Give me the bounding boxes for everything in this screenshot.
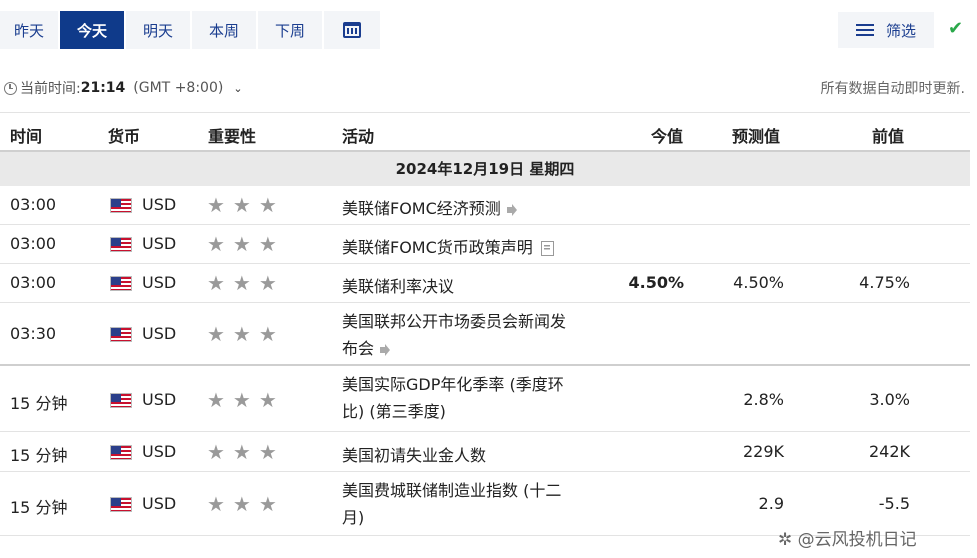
header-time: 时间 [10, 127, 43, 146]
sound-icon[interactable] [506, 203, 521, 216]
tab-today[interactable]: 今天 [60, 11, 124, 49]
header-previous: 前值 [872, 127, 905, 146]
header-currency: 货币 [108, 127, 141, 146]
row-currency: USD [142, 494, 177, 513]
importance-stars: ★★★ [207, 193, 285, 217]
calendar-icon [343, 22, 361, 38]
filter-button[interactable]: 筛选 [838, 12, 934, 48]
row-time: 15 分钟 [10, 394, 68, 413]
row-currency: USD [142, 273, 177, 292]
importance-stars: ★★★ [207, 492, 285, 516]
row-time: 03:30 [10, 324, 57, 343]
current-time-value: 21:14 [80, 80, 126, 96]
tab-next-week[interactable]: 下周 [258, 11, 322, 49]
us-flag-icon [110, 237, 132, 252]
row-time: 03:00 [10, 234, 57, 253]
us-flag-icon [110, 198, 132, 213]
filter-sliders-icon [855, 23, 874, 37]
row-time: 15 分钟 [10, 498, 68, 517]
row-event[interactable]: 美联储FOMC货币政策声明 [342, 234, 554, 258]
importance-stars: ★★★ [207, 440, 285, 464]
event-name-line2: 布会 [342, 339, 375, 358]
event-name-line1: 美国联邦公开市场委员会新闻发 [342, 312, 567, 331]
row-actual: 4.50% [628, 273, 684, 292]
row-previous: 242K [868, 442, 910, 461]
table-row[interactable]: 03:00 USD ★★★ 美联储FOMC货币政策声明 [0, 225, 970, 264]
table-row[interactable]: 03:00 USD ★★★ 美联储FOMC经济预测 [0, 186, 970, 225]
row-currency: USD [142, 324, 177, 343]
us-flag-icon [110, 393, 132, 408]
row-event[interactable]: 美国实际GDP年化季率 (季度环 比) (第三季度) [342, 371, 564, 425]
event-name-line2: 月) [342, 508, 365, 527]
tab-this-week[interactable]: 本周 [192, 11, 256, 49]
date-tabs: 昨天 今天 明天 本周 下周 [0, 11, 382, 49]
check-icon[interactable]: ✔ [948, 18, 963, 39]
row-event[interactable]: 美联储FOMC经济预测 [342, 195, 521, 219]
row-time: 15 分钟 [10, 446, 68, 465]
row-currency: USD [142, 442, 177, 461]
header-actual: 今值 [651, 127, 684, 146]
row-currency: USD [142, 390, 177, 409]
importance-stars: ★★★ [207, 388, 285, 412]
table-row[interactable]: 03:30 USD ★★★ 美国联邦公开市场委员会新闻发 布会 [0, 303, 970, 366]
timezone-label: (GMT +8:00) [133, 80, 224, 96]
sound-icon[interactable] [380, 343, 394, 356]
tab-calendar[interactable] [324, 11, 380, 49]
table-row[interactable]: 15 分钟 USD ★★★ 美国初请失业金人数 229K 242K [0, 432, 970, 472]
importance-stars: ★★★ [207, 271, 285, 295]
row-time: 03:00 [10, 273, 57, 292]
current-time-prefix: 当前时间: [20, 81, 81, 97]
document-icon[interactable] [540, 241, 554, 256]
event-name: 美联储FOMC货币政策声明 [342, 238, 533, 257]
us-flag-icon [110, 276, 132, 291]
date-row: 2024年12月19日 星期四 [0, 152, 970, 186]
event-name: 美联储FOMC经济预测 [342, 199, 501, 218]
us-flag-icon [110, 327, 132, 342]
row-previous: 4.75% [859, 273, 910, 292]
clock-icon [4, 81, 17, 95]
row-forecast: 229K [742, 442, 784, 461]
row-previous: -5.5 [878, 494, 910, 513]
us-flag-icon [110, 497, 132, 512]
current-time-bar[interactable]: 当前时间: 21:14 (GMT +8:00) ⌄ [4, 78, 243, 98]
tab-yesterday[interactable]: 昨天 [0, 11, 58, 49]
row-event[interactable]: 美联储利率决议 [342, 273, 454, 297]
table-row[interactable]: 15 分钟 USD ★★★ 美国实际GDP年化季率 (季度环 比) (第三季度)… [0, 366, 970, 432]
row-event[interactable]: 美国费城联储制造业指数 (十二 月) [342, 477, 561, 531]
row-forecast: 2.9 [758, 494, 784, 513]
event-name-line1: 美国费城联储制造业指数 (十二 [342, 481, 562, 500]
us-flag-icon [110, 445, 132, 460]
row-forecast: 4.50% [733, 273, 784, 292]
header-event: 活动 [342, 127, 375, 146]
importance-stars: ★★★ [207, 232, 285, 256]
tab-tomorrow[interactable]: 明天 [126, 11, 190, 49]
filter-label: 筛选 [885, 21, 916, 40]
watermark: ✲ @云风投机日记 [778, 530, 917, 550]
chevron-down-icon[interactable]: ⌄ [233, 82, 242, 95]
header-forecast: 预测值 [732, 127, 781, 146]
header-importance: 重要性 [208, 127, 257, 146]
row-currency: USD [142, 195, 177, 214]
row-event[interactable]: 美国联邦公开市场委员会新闻发 布会 [342, 308, 566, 362]
table-row[interactable]: 03:00 USD ★★★ 美联储利率决议 4.50% 4.50% 4.75% [0, 264, 970, 303]
row-time: 03:00 [10, 195, 57, 214]
row-event[interactable]: 美国初请失业金人数 [342, 442, 486, 466]
row-previous: 3.0% [869, 390, 910, 409]
event-name-line1: 美国实际GDP年化季率 (季度环 [342, 375, 564, 394]
row-currency: USD [142, 234, 177, 253]
table-header: 时间 货币 重要性 活动 今值 预测值 前值 [0, 112, 970, 152]
auto-update-note: 所有数据自动即时更新. [820, 81, 965, 97]
event-name-line2: 比) (第三季度) [342, 402, 446, 421]
importance-stars: ★★★ [207, 322, 285, 346]
row-forecast: 2.8% [743, 390, 784, 409]
